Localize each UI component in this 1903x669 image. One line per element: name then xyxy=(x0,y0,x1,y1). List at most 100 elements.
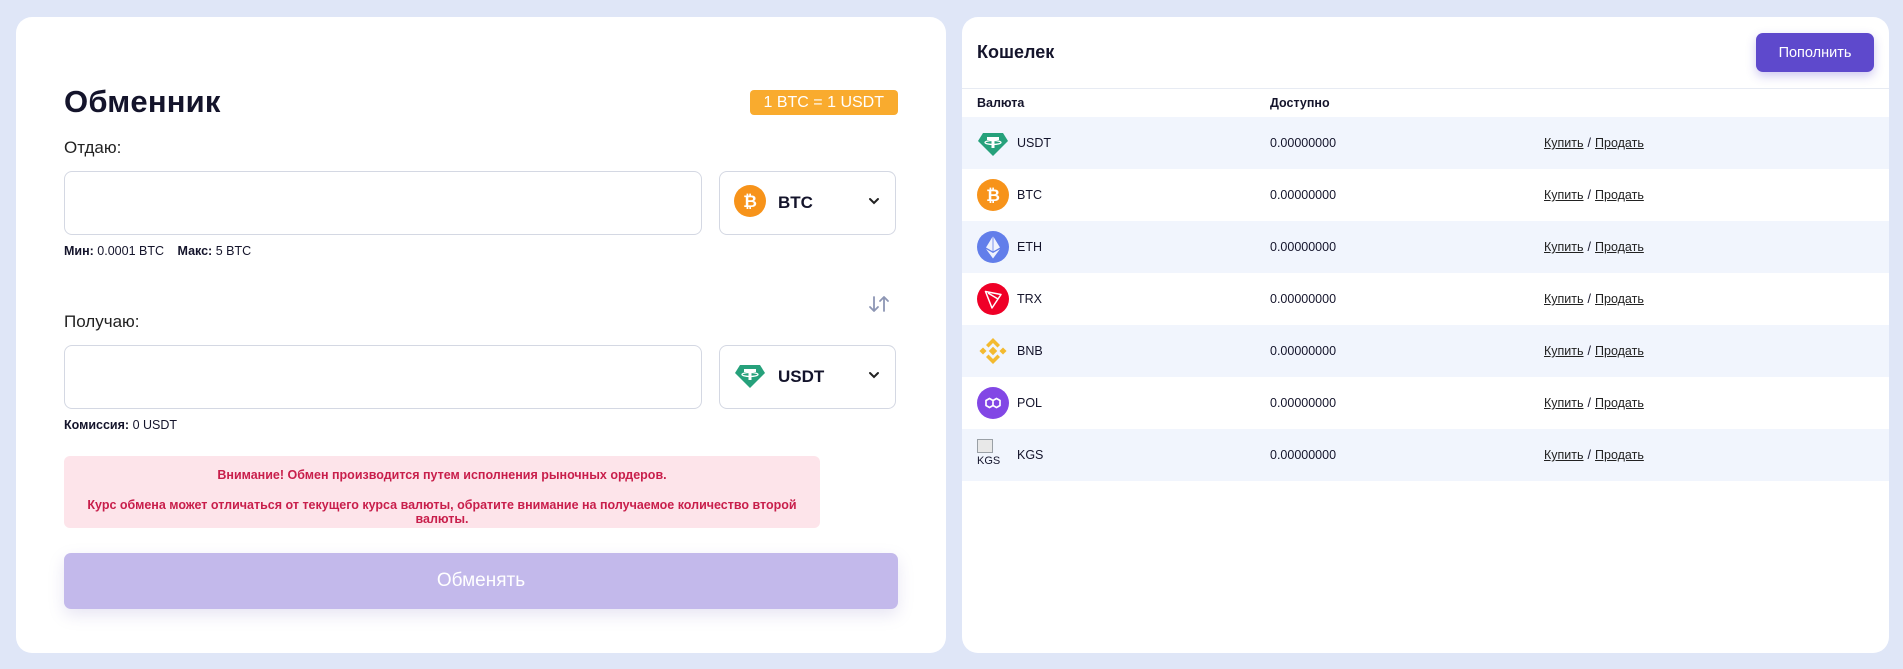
bitcoin-icon: ₿ xyxy=(734,184,766,222)
sell-link[interactable]: Продать xyxy=(1595,240,1644,254)
buy-link[interactable]: Купить xyxy=(1544,292,1584,306)
max-label: Макс: xyxy=(177,244,213,258)
wallet-row-kgs: KGS KGS 0.00000000 Купить / Продать xyxy=(962,429,1889,481)
buy-sell-actions: Купить / Продать xyxy=(1544,240,1644,254)
currency-cell: ETH xyxy=(977,231,1270,263)
buy-sell-actions: Купить / Продать xyxy=(1544,188,1644,202)
wallet-row-bnb: BNB 0.00000000 Купить / Продать xyxy=(962,325,1889,377)
buy-sell-actions: Купить / Продать xyxy=(1544,344,1644,358)
give-limits: Мин: 0.0001 BTC Макс: 5 BTC xyxy=(64,244,898,258)
warning-line-2: Курс обмена может отличаться от текущего… xyxy=(87,498,797,526)
min-label: Мин: xyxy=(64,244,94,258)
currency-cell: ₿ BTC xyxy=(977,179,1270,211)
coin-icon-alt: KGS xyxy=(977,455,1001,467)
available-amount: 0.00000000 xyxy=(1270,344,1337,358)
exchange-button[interactable]: Обменять xyxy=(64,553,898,609)
available-amount: 0.00000000 xyxy=(1270,240,1337,254)
receive-fee: Комиссия: 0 USDT xyxy=(64,418,898,432)
receive-row: USDT xyxy=(64,345,898,409)
wallet-table-body: USDT 0.00000000 Купить / Продать ₿ BTC 0.000000… xyxy=(962,117,1889,481)
wallet-row-pol: POL 0.00000000 Купить / Продать xyxy=(962,377,1889,429)
currency-code: POL xyxy=(1017,396,1043,410)
currency-code: KGS xyxy=(1017,448,1044,462)
sell-link[interactable]: Продать xyxy=(1595,136,1644,150)
receive-currency-select[interactable]: USDT xyxy=(719,345,896,409)
bitcoin-icon: ₿ xyxy=(977,179,1009,211)
give-label: Отдаю: xyxy=(64,138,122,157)
polygon-icon xyxy=(977,387,1009,419)
wallet-row-btc: ₿ BTC 0.00000000 Купить / Продать xyxy=(962,169,1889,221)
buy-sell-actions: Купить / Продать xyxy=(1544,448,1644,462)
bnb-icon xyxy=(977,335,1009,367)
fee-label: Комиссия: xyxy=(64,418,130,432)
give-currency-code: BTC xyxy=(778,193,813,212)
receive-amount-input[interactable] xyxy=(64,345,702,409)
sell-link[interactable]: Продать xyxy=(1595,448,1644,462)
column-currency: Валюта xyxy=(977,96,1025,110)
sell-link[interactable]: Продать xyxy=(1595,344,1644,358)
receive-currency-code: USDT xyxy=(778,367,825,386)
action-separator: / xyxy=(1587,344,1592,358)
currency-code: USDT xyxy=(1017,136,1052,150)
buy-link[interactable]: Купить xyxy=(1544,448,1584,462)
svg-text:₿: ₿ xyxy=(986,186,1000,206)
swap-arrows-icon[interactable] xyxy=(868,294,890,319)
give-currency-select[interactable]: ₿ BTC xyxy=(719,171,896,235)
action-separator: / xyxy=(1587,448,1592,462)
buy-sell-actions: Купить / Продать xyxy=(1544,396,1644,410)
sell-link[interactable]: Продать xyxy=(1595,292,1644,306)
currency-cell: USDT xyxy=(977,127,1270,159)
available-amount: 0.00000000 xyxy=(1270,396,1337,410)
available-amount: 0.00000000 xyxy=(1270,188,1337,202)
chevron-down-icon xyxy=(867,194,881,213)
svg-text:₿: ₿ xyxy=(743,192,757,212)
give-row: ₿ BTC xyxy=(64,171,898,235)
buy-link[interactable]: Купить xyxy=(1544,396,1584,410)
currency-code: BTC xyxy=(1017,188,1042,202)
exchanger-title: Обменник xyxy=(64,84,221,119)
fee-value: 0 USDT xyxy=(132,418,178,432)
currency-code: TRX xyxy=(1017,292,1042,306)
warning-line-1: Внимание! Обмен производится путем испол… xyxy=(217,468,667,482)
wallet-card: Кошелек Пополнить Валюта Доступно USDT 0.… xyxy=(962,17,1889,653)
action-separator: / xyxy=(1587,292,1592,306)
page: Обменник 1 BTC = 1 USDT Отдаю: ₿ BTC Мин xyxy=(0,0,1903,669)
buy-link[interactable]: Купить xyxy=(1544,240,1584,254)
exchanger-header: Обменник 1 BTC = 1 USDT xyxy=(64,83,898,121)
swap-row xyxy=(64,258,898,314)
rate-badge: 1 BTC = 1 USDT xyxy=(749,89,898,115)
sell-link[interactable]: Продать xyxy=(1595,188,1644,202)
market-order-warning: Внимание! Обмен производится путем испол… xyxy=(64,456,820,528)
buy-link[interactable]: Купить xyxy=(1544,344,1584,358)
available-amount: 0.00000000 xyxy=(1270,292,1337,306)
wallet-row-trx: TRX 0.00000000 Купить / Продать xyxy=(962,273,1889,325)
buy-link[interactable]: Купить xyxy=(1544,188,1584,202)
wallet-row-eth: ETH 0.00000000 Купить / Продать xyxy=(962,221,1889,273)
tether-icon xyxy=(977,127,1009,159)
currency-code: BNB xyxy=(1017,344,1043,358)
topup-button[interactable]: Пополнить xyxy=(1756,33,1874,72)
exchanger-card: Обменник 1 BTC = 1 USDT Отдаю: ₿ BTC Мин xyxy=(16,17,946,653)
max-value: 5 BTC xyxy=(215,244,252,258)
sell-link[interactable]: Продать xyxy=(1595,396,1644,410)
broken-image-icon: KGS xyxy=(977,439,1009,471)
min-value: 0.0001 BTC xyxy=(97,244,165,258)
currency-cell: POL xyxy=(977,387,1270,419)
action-separator: / xyxy=(1587,136,1592,150)
available-amount: 0.00000000 xyxy=(1270,448,1337,462)
column-available: Доступно xyxy=(1270,96,1330,110)
buy-sell-actions: Купить / Продать xyxy=(1544,292,1644,306)
currency-cell: KGS KGS xyxy=(977,439,1270,471)
buy-link[interactable]: Купить xyxy=(1544,136,1584,150)
action-separator: / xyxy=(1587,396,1592,410)
action-separator: / xyxy=(1587,188,1592,202)
ethereum-icon xyxy=(977,231,1009,263)
currency-cell: TRX xyxy=(977,283,1270,315)
give-amount-input[interactable] xyxy=(64,171,702,235)
wallet-row-usdt: USDT 0.00000000 Купить / Продать xyxy=(962,117,1889,169)
tron-icon xyxy=(977,283,1009,315)
chevron-down-icon xyxy=(867,368,881,387)
buy-sell-actions: Купить / Продать xyxy=(1544,136,1644,150)
wallet-title: Кошелек xyxy=(977,42,1055,62)
available-amount: 0.00000000 xyxy=(1270,136,1337,150)
